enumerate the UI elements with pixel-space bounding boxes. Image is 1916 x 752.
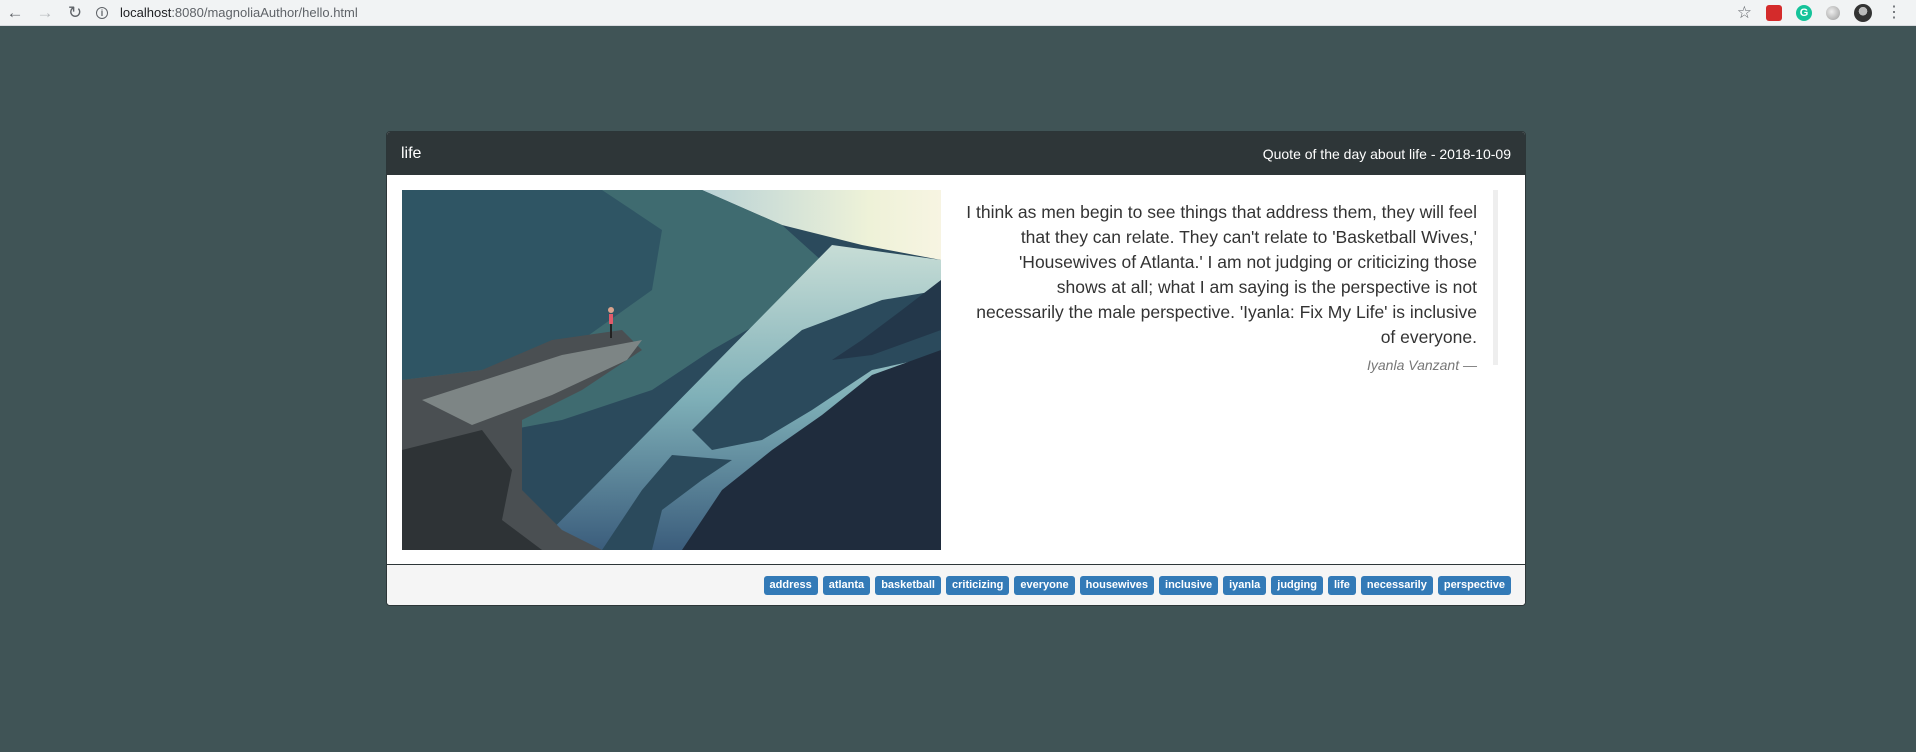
extension-red-icon[interactable] [1766, 4, 1782, 21]
quote-author: Iyanla Vanzant — [1367, 357, 1477, 373]
tag-housewives[interactable]: housewives [1079, 575, 1155, 595]
fjord-cliff-photo [402, 190, 941, 550]
tag-address[interactable]: address [763, 575, 818, 595]
star-icon[interactable]: ☆ [1737, 3, 1752, 23]
panel-title: life [401, 144, 422, 162]
reload-icon[interactable]: ↻ [60, 0, 90, 26]
address-bar[interactable]: i localhost:8080/magnoliaAuthor/hello.ht… [96, 2, 1737, 24]
tag-necessarily[interactable]: necessarily [1360, 575, 1433, 595]
browser-toolbar: ← → ↻ i localhost:8080/magnoliaAuthor/he… [0, 0, 1916, 26]
quote-text: I think as men begin to see things that … [966, 202, 1477, 347]
menu-dots-icon[interactable]: ⋮ [1886, 4, 1902, 21]
panel-subtitle: Quote of the day about life - 2018-10-09 [1262, 145, 1511, 162]
tag-perspective[interactable]: perspective [1437, 575, 1511, 595]
grammarly-icon[interactable]: G [1796, 4, 1812, 21]
tag-criticizing[interactable]: criticizing [946, 575, 1010, 595]
extension-grey-icon[interactable] [1826, 5, 1840, 20]
tag-list: address atlanta basketball criticizing e… [387, 565, 1525, 605]
tag-iyanla[interactable]: iyanla [1223, 575, 1267, 595]
forward-arrow-icon[interactable]: → [30, 0, 60, 26]
tag-life[interactable]: life [1328, 575, 1356, 595]
profile-avatar-icon[interactable] [1854, 3, 1872, 22]
tag-judging[interactable]: judging [1271, 575, 1323, 595]
back-arrow-icon[interactable]: ← [0, 0, 30, 26]
quote-panel: life Quote of the day about life - 2018-… [386, 131, 1526, 606]
tag-atlanta[interactable]: atlanta [822, 575, 871, 595]
panel-body: I think as men begin to see things that … [387, 175, 1525, 565]
info-icon[interactable]: i [96, 6, 108, 19]
tag-basketball[interactable]: basketball [875, 575, 941, 595]
panel-heading: life Quote of the day about life - 2018-… [387, 132, 1525, 175]
url-path: :8080/magnoliaAuthor/hello.html [171, 5, 358, 20]
quote-blockquote: I think as men begin to see things that … [965, 190, 1498, 373]
tag-inclusive[interactable]: inclusive [1159, 575, 1219, 595]
url-host: localhost [120, 5, 172, 20]
tag-everyone[interactable]: everyone [1014, 575, 1075, 595]
